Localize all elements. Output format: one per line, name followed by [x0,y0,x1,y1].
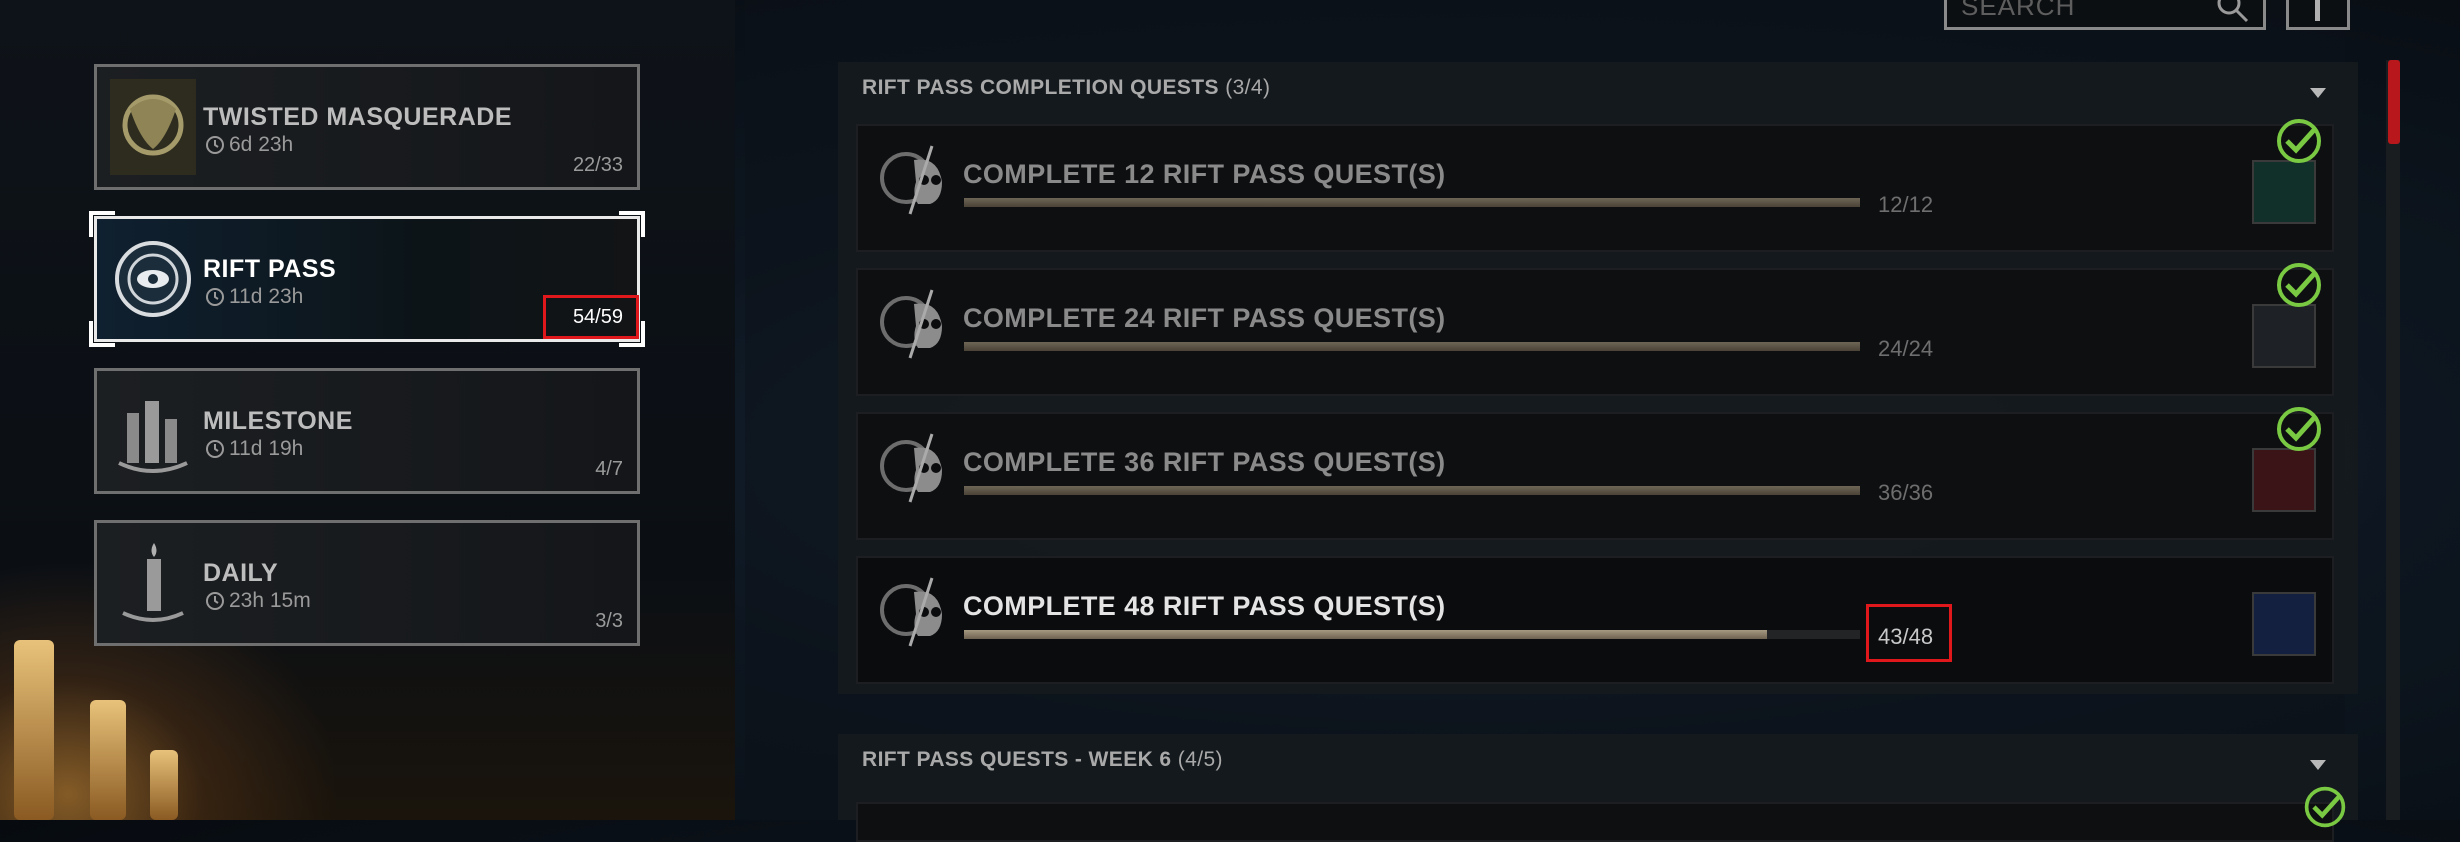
masquerade-emblem-icon [105,75,200,179]
quest-row[interactable]: COMPLETE 12 RIFT PASS QUEST(S) 12/12 [856,119,2334,252]
single-candle-icon [105,531,200,635]
progress-bar [964,486,1860,495]
progress-bar [964,198,1860,207]
info-button[interactable] [2286,0,2350,30]
section-count: (4/5) [1177,748,1223,771]
progress-bar [964,342,1860,351]
quest-row[interactable]: COMPLETE 36 RIFT PASS QUEST(S) 36/36 [856,407,2334,540]
scrollbar-track[interactable] [2386,60,2400,820]
category-timer: 11d 23h [205,285,303,309]
category-count: 22/33 [572,154,623,176]
candle-decor [14,640,54,820]
category-timer: 6d 23h [205,133,293,157]
progress-fill [964,486,1860,495]
progress-fill [964,342,1860,351]
quest-title: COMPLETE 24 RIFT PASS QUEST(S) [963,303,1446,333]
reward-thumbnail[interactable] [2252,448,2316,512]
timer-text: 23h 15m [229,589,311,612]
section-title: RIFT PASS COMPLETION QUESTS [862,76,1219,99]
quest-title: COMPLETE 12 RIFT PASS QUEST(S) [963,159,1446,189]
section-week-6: RIFT PASS QUESTS - WEEK 6 (4/5) [838,734,2358,842]
category-daily[interactable]: DAILY 23h 15m 3/3 [94,520,640,646]
section-header[interactable]: RIFT PASS COMPLETION QUESTS (3/4) [862,76,1270,100]
collapse-arrow-icon[interactable] [2310,760,2326,770]
search-icon[interactable] [2213,0,2253,27]
progress-fill [964,630,1767,639]
quest-progress-count: 24/24 [1878,336,1934,361]
search-placeholder: SEARCH [1961,0,2076,21]
category-title: MILESTONE [203,407,353,435]
quest-progress-count: 12/12 [1878,192,1934,217]
check-icon [2277,119,2321,163]
left-panel: TWISTED MASQUERADE 6d 23h 22/33 RIFT PAS… [0,0,735,820]
highlight-box [543,295,639,339]
check-icon [2277,263,2321,307]
progress-bar [964,630,1860,639]
category-title: TWISTED MASQUERADE [203,103,512,131]
section-completion-quests: RIFT PASS COMPLETION QUESTS (3/4) COMPLE… [838,62,2358,694]
category-milestone[interactable]: MILESTONE 11d 19h 4/7 [94,368,640,494]
info-icon [2315,0,2320,21]
quest-title: COMPLETE 48 RIFT PASS QUEST(S) [963,591,1446,621]
check-icon [2304,786,2346,828]
check-icon [2277,407,2321,451]
progress-fill [964,198,1860,207]
reward-thumbnail[interactable] [2252,304,2316,368]
highlight-box [1866,604,1952,662]
reward-thumbnail[interactable] [2252,160,2316,224]
skull-quest-icon [880,289,942,359]
collapse-arrow-icon[interactable] [2310,88,2326,98]
rift-eye-icon [105,227,200,331]
skull-quest-icon [880,145,942,215]
selection-corner [619,211,645,237]
search-input[interactable]: SEARCH [1944,0,2266,30]
timer-text: 6d 23h [229,133,294,156]
clock-icon [206,288,224,306]
reward-thumbnail[interactable] [2252,592,2316,656]
category-title: RIFT PASS [203,255,337,283]
candle-decor [90,700,126,820]
candles-icon [105,379,200,483]
skull-quest-icon [880,433,942,503]
quest-row[interactable] [856,802,2334,842]
category-title: DAILY [203,559,279,587]
candle-decor [150,750,178,820]
section-count: (3/4) [1225,76,1271,99]
quest-title: COMPLETE 36 RIFT PASS QUEST(S) [963,447,1446,477]
quest-row[interactable]: COMPLETE 24 RIFT PASS QUEST(S) 24/24 [856,263,2334,396]
clock-icon [206,592,224,610]
timer-text: 11d 19h [229,437,304,460]
category-count: 3/3 [595,610,623,632]
scrollbar-thumb[interactable] [2388,60,2400,144]
quest-row[interactable]: COMPLETE 48 RIFT PASS QUEST(S) 43/48 [856,556,2334,684]
clock-icon [206,440,224,458]
category-twisted-masquerade[interactable]: TWISTED MASQUERADE 6d 23h 22/33 [94,64,640,190]
category-rift-pass[interactable]: RIFT PASS 11d 23h 54/59 [89,211,645,347]
category-timer: 11d 19h [205,437,303,461]
skull-quest-icon [880,577,942,647]
category-count: 4/7 [595,458,623,480]
quest-progress-count: 36/36 [1878,480,1934,505]
clock-icon [206,136,224,154]
category-timer: 23h 15m [205,589,311,613]
section-title: RIFT PASS QUESTS - WEEK 6 [862,748,1172,771]
timer-text: 11d 23h [229,285,304,308]
section-header[interactable]: RIFT PASS QUESTS - WEEK 6 (4/5) [862,748,1223,772]
